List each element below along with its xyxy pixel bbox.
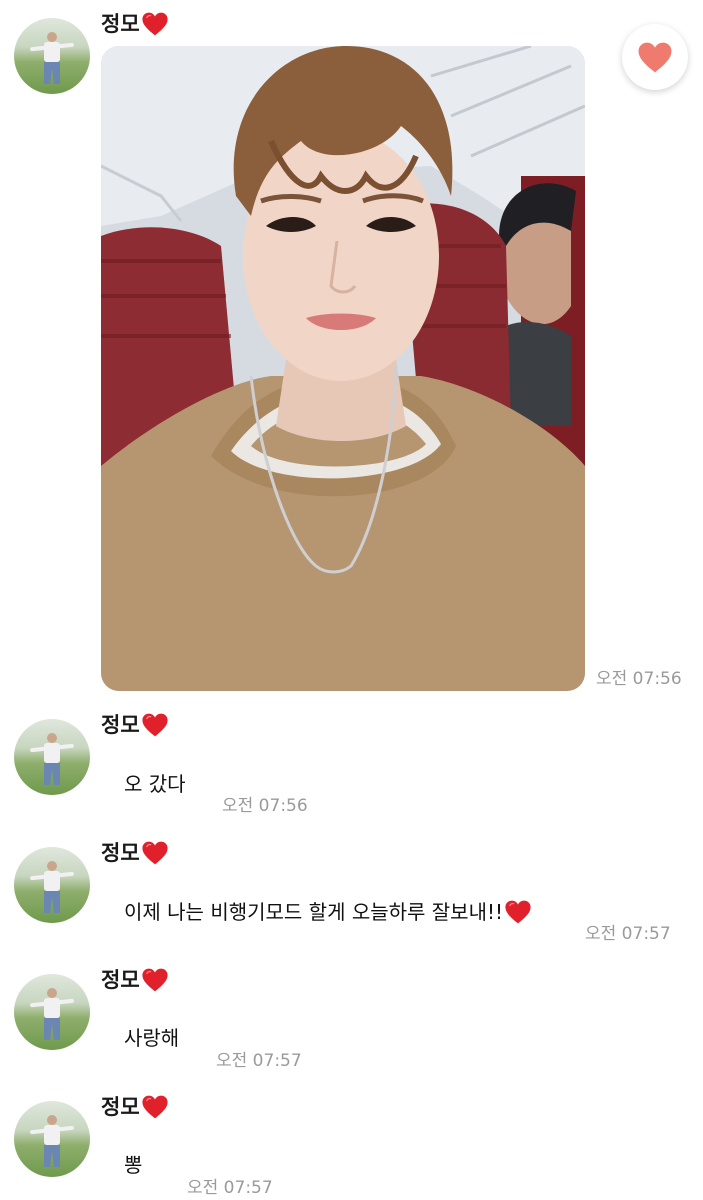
selfie-photo [101,46,585,691]
sender-name: 정모 [101,841,168,865]
message-timestamp: 오전 07:56 [222,796,308,816]
avatar[interactable] [14,847,90,923]
red-heart-icon [142,12,168,36]
message-text: 오 갔다 [124,772,186,796]
heart-icon [638,42,672,72]
photo-message[interactable] [101,46,585,691]
avatar[interactable] [14,18,90,94]
message-text: 이제 나는 비행기모드 할게 오늘하루 잘보내!! [124,900,531,924]
like-button[interactable] [622,24,688,90]
sender-name: 정모 [101,713,168,737]
message-text: 사랑해 [124,1026,180,1050]
sender-name: 정모 [101,1095,168,1119]
avatar[interactable] [14,719,90,795]
message-text: 뽕 [124,1153,143,1177]
avatar[interactable] [14,1101,90,1177]
message-timestamp: 오전 07:57 [585,924,671,944]
sender-name: 정모 [101,12,168,36]
red-heart-icon [142,841,168,865]
message-timestamp: 오전 07:57 [216,1051,302,1071]
red-heart-icon [142,713,168,737]
red-heart-icon [505,900,531,924]
red-heart-icon [142,1095,168,1119]
sender-name: 정모 [101,968,168,992]
message-timestamp: 오전 07:57 [187,1178,273,1198]
message-timestamp: 오전 07:56 [596,669,682,689]
avatar[interactable] [14,974,90,1050]
red-heart-icon [142,968,168,992]
